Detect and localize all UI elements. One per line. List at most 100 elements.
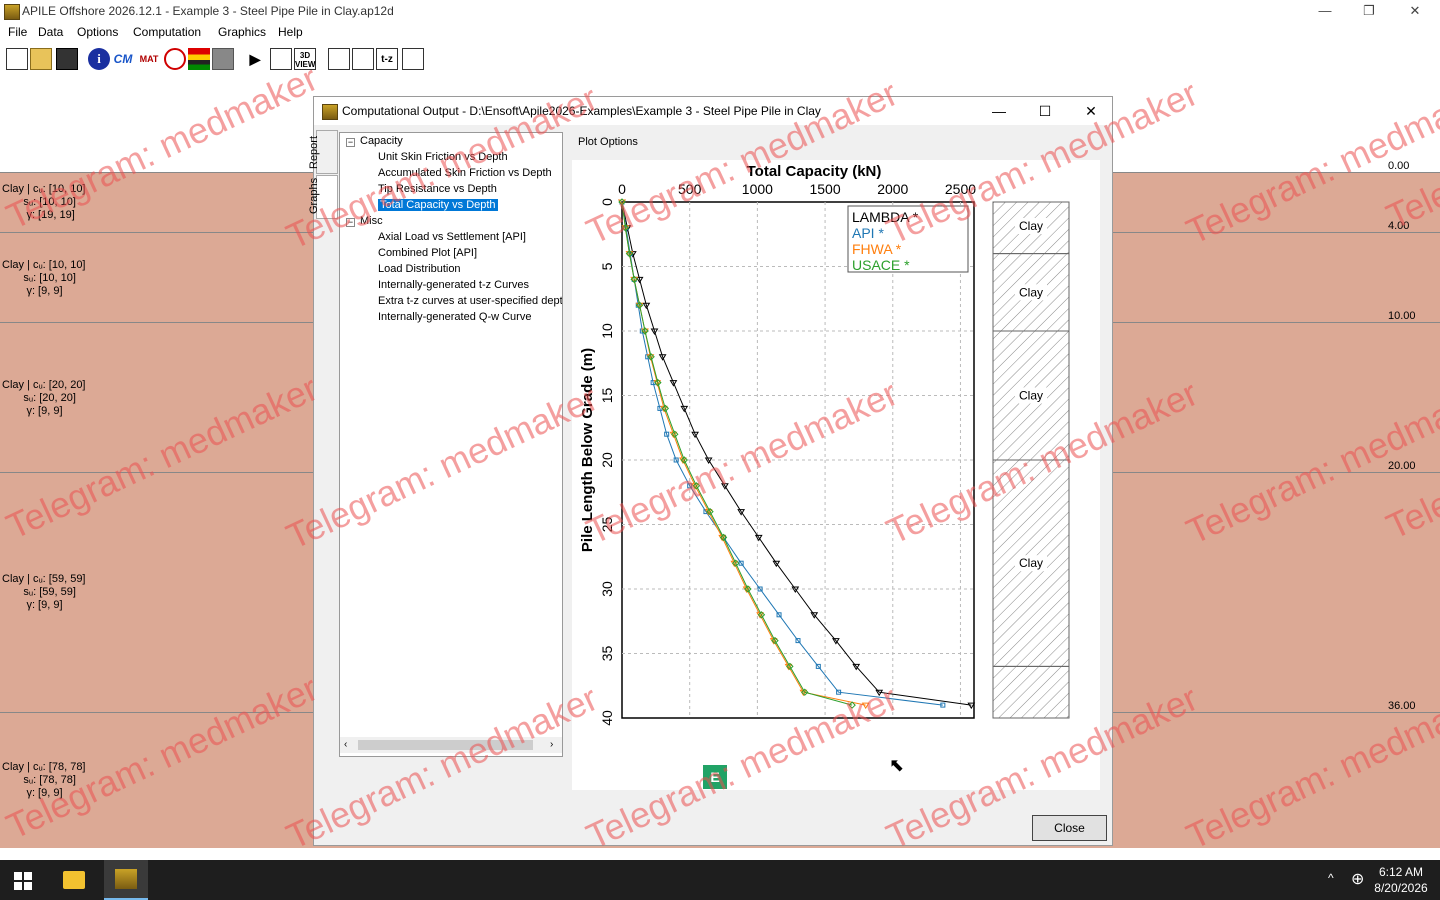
tree-item-label: Load Distribution	[378, 263, 461, 275]
taskbar: ^ ⊕ 6:12 AM 8/20/2026	[0, 860, 1440, 900]
excel-export-icon[interactable]: E	[703, 765, 727, 789]
y-tick-label: 35	[599, 646, 615, 662]
chevron-up-icon[interactable]: ^	[1328, 871, 1334, 885]
total-capacity-chart: 0 500 1000 1500 2000 2500 0 5 10 15 20 25 30 35 40 Tota…	[579, 163, 1070, 726]
dialog-maximize-icon[interactable]: ☐	[1022, 97, 1068, 125]
x-tick-label: 500	[678, 181, 702, 197]
tree-collapse-icon[interactable]: −	[346, 218, 355, 227]
file-explorer-icon[interactable]	[63, 871, 85, 889]
dialog-minimize-icon[interactable]: —	[976, 97, 1022, 125]
save-icon[interactable]	[56, 48, 78, 70]
menu-data[interactable]: Data	[38, 25, 63, 39]
info-icon[interactable]: i	[88, 48, 110, 70]
menu-computation[interactable]: Computation	[133, 25, 201, 39]
y-tick-label: 30	[599, 581, 615, 597]
legend-entry: API *	[852, 225, 884, 241]
scroll-right-icon[interactable]: ›	[550, 739, 553, 750]
tree-group-capacity[interactable]: Capacity	[360, 135, 403, 147]
tabular-input-icon[interactable]	[328, 48, 350, 70]
tree-group-misc[interactable]: Misc	[360, 215, 383, 227]
x-tick-label: 0	[618, 181, 626, 197]
q-w-curve-icon[interactable]	[402, 48, 424, 70]
soil-column-label: Clay	[1019, 556, 1043, 570]
toolbar: i CM MAT ▶ 3D VIEW t-z	[0, 44, 1440, 74]
tree-item[interactable]: Unit Skin Friction vs Depth	[378, 151, 508, 163]
plot-area: 0 500 1000 1500 2000 2500 0 5 10 15 20 25 30 35 40 Tota…	[572, 160, 1100, 790]
tree-collapse-icon[interactable]: −	[346, 138, 355, 147]
dialog-app-icon	[322, 104, 338, 120]
tree-item[interactable]: Extra t-z curves at user-specified depth	[378, 295, 562, 307]
output-tree: − Capacity Unit Skin Friction vs Depth Accu…	[339, 132, 563, 757]
apile-taskbar-button[interactable]	[104, 860, 148, 900]
clock[interactable]: 6:12 AM 8/20/2026	[1370, 864, 1432, 896]
computational-output-dialog: Computational Output - D:\Ensoft\Apile20…	[308, 96, 1114, 846]
menu-help[interactable]: Help	[278, 25, 303, 39]
grid-icon[interactable]	[212, 48, 234, 70]
tree-item-label: Internally-generated t-z Curves	[378, 279, 530, 291]
tab-report[interactable]: Report	[308, 130, 338, 174]
network-globe-icon[interactable]: ⊕	[1351, 869, 1364, 889]
tree-item-label: Combined Plot [API]	[378, 247, 478, 259]
close-window-icon[interactable]: ✕	[1392, 0, 1438, 22]
soil-column-label: Clay	[1019, 285, 1043, 299]
minimize-icon[interactable]: —	[1302, 0, 1348, 22]
tree-item[interactable]: Internally-generated Q-w Curve	[378, 311, 531, 323]
tree-item[interactable]: Internally-generated t-z Curves	[378, 279, 529, 291]
main-title-bar: APILE Offshore 2026.12.1 - Example 3 - S…	[0, 0, 1440, 22]
soil-layer-properties: Clay | cᵤ: [10, 10] sᵤ: [10, 10] γ: [19,…	[2, 183, 86, 221]
circle-section-icon[interactable]	[164, 48, 186, 70]
tree-item-label: Axial Load vs Settlement [API]	[378, 231, 526, 243]
legend-entry: FHWA *	[852, 241, 902, 257]
tree-item[interactable]: Tip Resistance vs Depth	[378, 183, 497, 195]
menu-graphics[interactable]: Graphics	[218, 25, 266, 39]
run-icon[interactable]: ▶	[244, 48, 266, 70]
new-file-icon[interactable]	[6, 48, 28, 70]
tree-item-label: Unit Skin Friction vs Depth	[378, 151, 508, 163]
t-z-icon[interactable]: t-z	[376, 48, 398, 70]
y-tick-label: 40	[599, 710, 615, 726]
y-axis-title: Pile Length Below Grade (m)	[579, 348, 596, 552]
tree-item-label: Internally-generated Q-w Curve	[378, 311, 532, 323]
plot-options-link[interactable]: Plot Options	[578, 136, 638, 148]
p-y-curve-icon[interactable]	[352, 48, 374, 70]
layer-depth-label: 4.00	[1388, 220, 1410, 232]
menu-options[interactable]: Options	[77, 25, 118, 39]
x-tick-label: 1000	[742, 181, 773, 197]
menu-file[interactable]: File	[8, 25, 27, 39]
scroll-thumb[interactable]	[358, 740, 533, 750]
scroll-left-icon[interactable]: ‹	[344, 739, 347, 750]
restore-icon[interactable]: ❐	[1346, 0, 1392, 22]
tab-report-label: Report	[308, 135, 320, 169]
soil-layer-properties: Clay | cᵤ: [78, 78] sᵤ: [78, 78] γ: [9, …	[2, 761, 86, 799]
tree-item-label: Accumulated Skin Friction vs Depth	[378, 167, 552, 179]
plot-panel: Plot Options 0 500 1000 1500 2000 2500 0 5 10 15 2…	[566, 132, 1112, 807]
tab-graphs[interactable]: Graphs	[308, 175, 338, 219]
clock-time: 6:12 AM	[1378, 865, 1424, 879]
soil-layers-icon[interactable]	[188, 48, 210, 70]
dialog-close-icon[interactable]: ✕	[1068, 97, 1114, 125]
soil-column-label: Clay	[1019, 389, 1043, 403]
tree-horizontal-scrollbar[interactable]: ‹ ›	[340, 737, 562, 753]
legend-entry: LAMBDA *	[852, 209, 919, 225]
mat-icon[interactable]: MAT	[138, 48, 160, 70]
tree-item[interactable]: Total Capacity vs Depth	[378, 199, 498, 211]
layer-depth-label: 10.00	[1388, 310, 1416, 322]
legend-entry: USACE *	[852, 257, 910, 273]
tree-item[interactable]: Combined Plot [API]	[378, 247, 477, 259]
windows-start-icon[interactable]	[14, 872, 32, 890]
tree-item-label: Tip Resistance vs Depth	[378, 183, 497, 195]
3d-view-icon[interactable]: 3D VIEW	[294, 48, 316, 70]
app-icon	[4, 4, 20, 20]
close-button[interactable]: Close	[1032, 815, 1107, 841]
x-axis-title: Total Capacity (kN)	[747, 163, 882, 180]
open-folder-icon[interactable]	[30, 48, 52, 70]
layer-depth-label: 36.00	[1388, 700, 1416, 712]
mouse-cursor-icon: ⬉	[889, 755, 905, 775]
report-icon[interactable]	[270, 48, 292, 70]
tree-item[interactable]: Accumulated Skin Friction vs Depth	[378, 167, 552, 179]
tree-item[interactable]: Load Distribution	[378, 263, 461, 275]
layer-depth-label: 20.00	[1388, 460, 1416, 472]
x-tick-label: 2000	[877, 181, 908, 197]
cm-icon[interactable]: CM	[112, 48, 134, 70]
tree-item[interactable]: Axial Load vs Settlement [API]	[378, 231, 526, 243]
